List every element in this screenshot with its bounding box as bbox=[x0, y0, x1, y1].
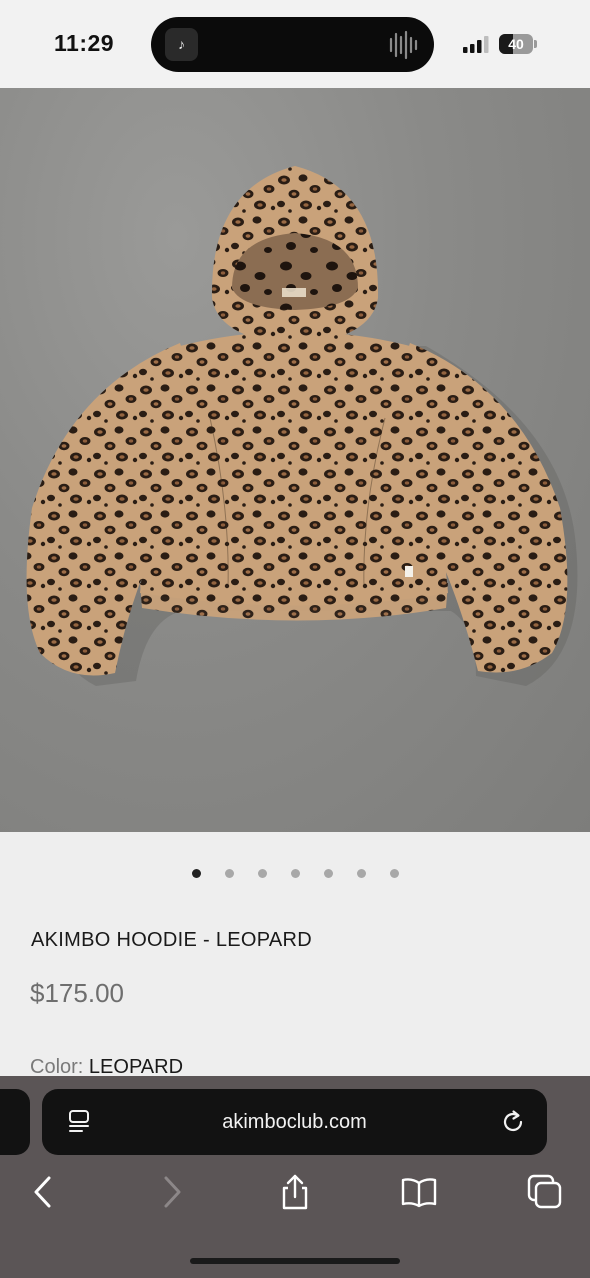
product-title: AKIMBO HOODIE - LEOPARD bbox=[31, 929, 313, 951]
carousel-dot[interactable] bbox=[258, 869, 267, 878]
home-indicator[interactable] bbox=[190, 1258, 400, 1264]
product-image[interactable] bbox=[0, 88, 590, 832]
carousel-dot[interactable] bbox=[390, 869, 399, 878]
image-carousel-dots[interactable] bbox=[0, 866, 590, 880]
dynamic-island[interactable]: ♪ bbox=[151, 17, 434, 72]
product-price: $175.00 bbox=[30, 978, 124, 1008]
browser-toolbar: akimboclub.com bbox=[0, 1076, 590, 1278]
music-note-icon: ♪ bbox=[178, 36, 185, 52]
color-label: Color: bbox=[30, 1056, 84, 1078]
carousel-dot[interactable] bbox=[225, 869, 234, 878]
tabs-icon[interactable] bbox=[527, 1174, 563, 1210]
address-bar[interactable]: akimboclub.com bbox=[42, 1089, 547, 1155]
now-playing-app-icon[interactable]: ♪ bbox=[165, 28, 198, 61]
color-value: LEOPARD bbox=[88, 1056, 184, 1078]
leopard-hoodie-photo bbox=[26, 166, 578, 686]
carousel-dot[interactable] bbox=[324, 869, 333, 878]
carousel-dot[interactable] bbox=[192, 869, 201, 878]
share-icon[interactable] bbox=[277, 1174, 313, 1210]
battery-percent: 40 bbox=[508, 36, 524, 52]
back-chevron-icon[interactable] bbox=[25, 1174, 61, 1210]
bookmarks-icon[interactable] bbox=[401, 1174, 437, 1210]
status-bar: 11:29 ♪ 40 bbox=[0, 0, 590, 88]
forward-chevron-icon[interactable] bbox=[154, 1174, 190, 1210]
status-time: 11:29 bbox=[54, 30, 115, 56]
carousel-dot[interactable] bbox=[291, 869, 300, 878]
reload-icon[interactable] bbox=[499, 1108, 527, 1136]
waveform-icon bbox=[389, 30, 418, 60]
carousel-dot[interactable] bbox=[357, 869, 366, 878]
previous-tab-peek[interactable] bbox=[0, 1089, 30, 1155]
cellular-signal-icon bbox=[463, 36, 489, 53]
url-text[interactable]: akimboclub.com bbox=[42, 1089, 547, 1155]
battery-icon: 40 bbox=[499, 34, 538, 54]
